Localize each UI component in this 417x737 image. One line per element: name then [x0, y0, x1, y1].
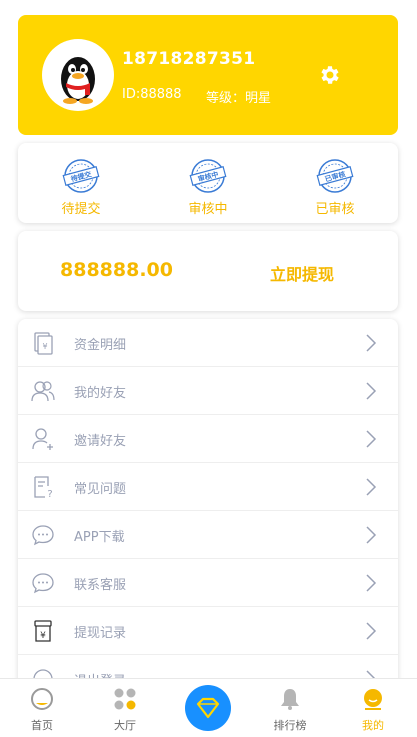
menu-item-label: 我的好友 [74, 386, 127, 401]
bell-icon [281, 689, 299, 710]
balance-amount: 888888.00 [60, 259, 173, 281]
chevron-right-icon [366, 574, 377, 592]
menu-item-my-friends[interactable]: 我的好友 [18, 367, 398, 415]
menu-item-label: 常见问题 [74, 482, 127, 497]
user-level: 等级：明星 [206, 91, 272, 106]
status-under-review[interactable]: 审核中 审核中 [145, 143, 271, 223]
chevron-right-icon [366, 526, 377, 544]
invite-user-icon [32, 428, 53, 450]
menu-item-label: 提现记录 [74, 626, 127, 641]
user-phone: 18718287351 [122, 49, 256, 69]
profile-card: 18718287351 ID:88888 等级：明星 [18, 15, 398, 135]
menu-item-label: 联系客服 [74, 578, 127, 593]
status-label: 待提交 [61, 202, 101, 217]
status-pending-submit[interactable]: 待提交 待提交 [18, 143, 144, 223]
menu-item-label: 邀请好友 [74, 434, 127, 449]
tab-home[interactable]: 首页 [2, 679, 82, 737]
menu-item-invite-friends[interactable]: 邀请好友 [18, 415, 398, 463]
chevron-right-icon [366, 334, 377, 352]
user-id: ID:88888 [122, 87, 182, 102]
tab-label: 大厅 [114, 719, 136, 732]
tab-label: 排行榜 [273, 719, 307, 732]
stamp-icon: 审核中 [189, 159, 227, 193]
menu-item-label: 资金明细 [74, 338, 127, 353]
withdraw-record-icon: ¥ [34, 620, 52, 642]
qq-penguin-avatar-icon [61, 57, 95, 104]
tab-label: 首页 [31, 719, 53, 732]
status-label: 审核中 [188, 202, 228, 217]
hall-icon [114, 688, 136, 710]
review-status-card: 待提交 待提交 审核中 审核中 已审核 已审核 [18, 143, 398, 223]
menu-item-fund-details[interactable]: ¥ 资金明细 [18, 319, 398, 367]
menu-item-app-download[interactable]: APP下载 [18, 511, 398, 559]
stamp-icon: 待提交 [62, 159, 100, 193]
home-icon [31, 688, 53, 710]
tab-ranking[interactable]: 排行榜 [250, 679, 330, 737]
withdraw-button[interactable]: 立即提现 [270, 261, 334, 285]
menu-item-withdraw-records[interactable]: ¥ 提现记录 [18, 607, 398, 655]
chevron-right-icon [366, 382, 377, 400]
ledger-icon: ¥ [34, 332, 53, 355]
profile-icon [364, 689, 382, 710]
chevron-right-icon [366, 622, 377, 640]
friends-icon [31, 381, 55, 402]
tab-label: 我的 [362, 719, 384, 732]
chat-bubble-icon [32, 573, 54, 594]
tab-hall[interactable]: 大厅 [85, 679, 165, 737]
tab-mine[interactable]: 我的 [333, 679, 413, 737]
settings-button[interactable] [318, 63, 342, 87]
chat-bubble-icon [32, 525, 54, 546]
status-reviewed[interactable]: 已审核 已审核 [272, 143, 398, 223]
svg-text:¥: ¥ [42, 342, 47, 351]
diamond-icon [196, 697, 220, 719]
faq-icon: ? [34, 476, 53, 500]
chevron-right-icon [366, 430, 377, 448]
menu-list: ¥ 资金明细 我的好友 邀请好友 ? 常见问题 APP下载 联系客服 ¥ 提现记… [18, 319, 398, 737]
menu-item-label: APP下载 [74, 530, 125, 545]
avatar[interactable] [42, 39, 114, 111]
center-diamond-button[interactable] [185, 685, 231, 731]
svg-text:?: ? [47, 489, 52, 500]
chevron-right-icon [366, 478, 377, 496]
svg-text:¥: ¥ [40, 631, 46, 641]
menu-item-customer-service[interactable]: 联系客服 [18, 559, 398, 607]
wallet-card: 888888.00 立即提现 [18, 231, 398, 311]
stamp-icon: 已审核 [316, 159, 354, 193]
gear-icon [321, 66, 339, 84]
menu-item-faq[interactable]: ? 常见问题 [18, 463, 398, 511]
status-label: 已审核 [315, 202, 355, 217]
